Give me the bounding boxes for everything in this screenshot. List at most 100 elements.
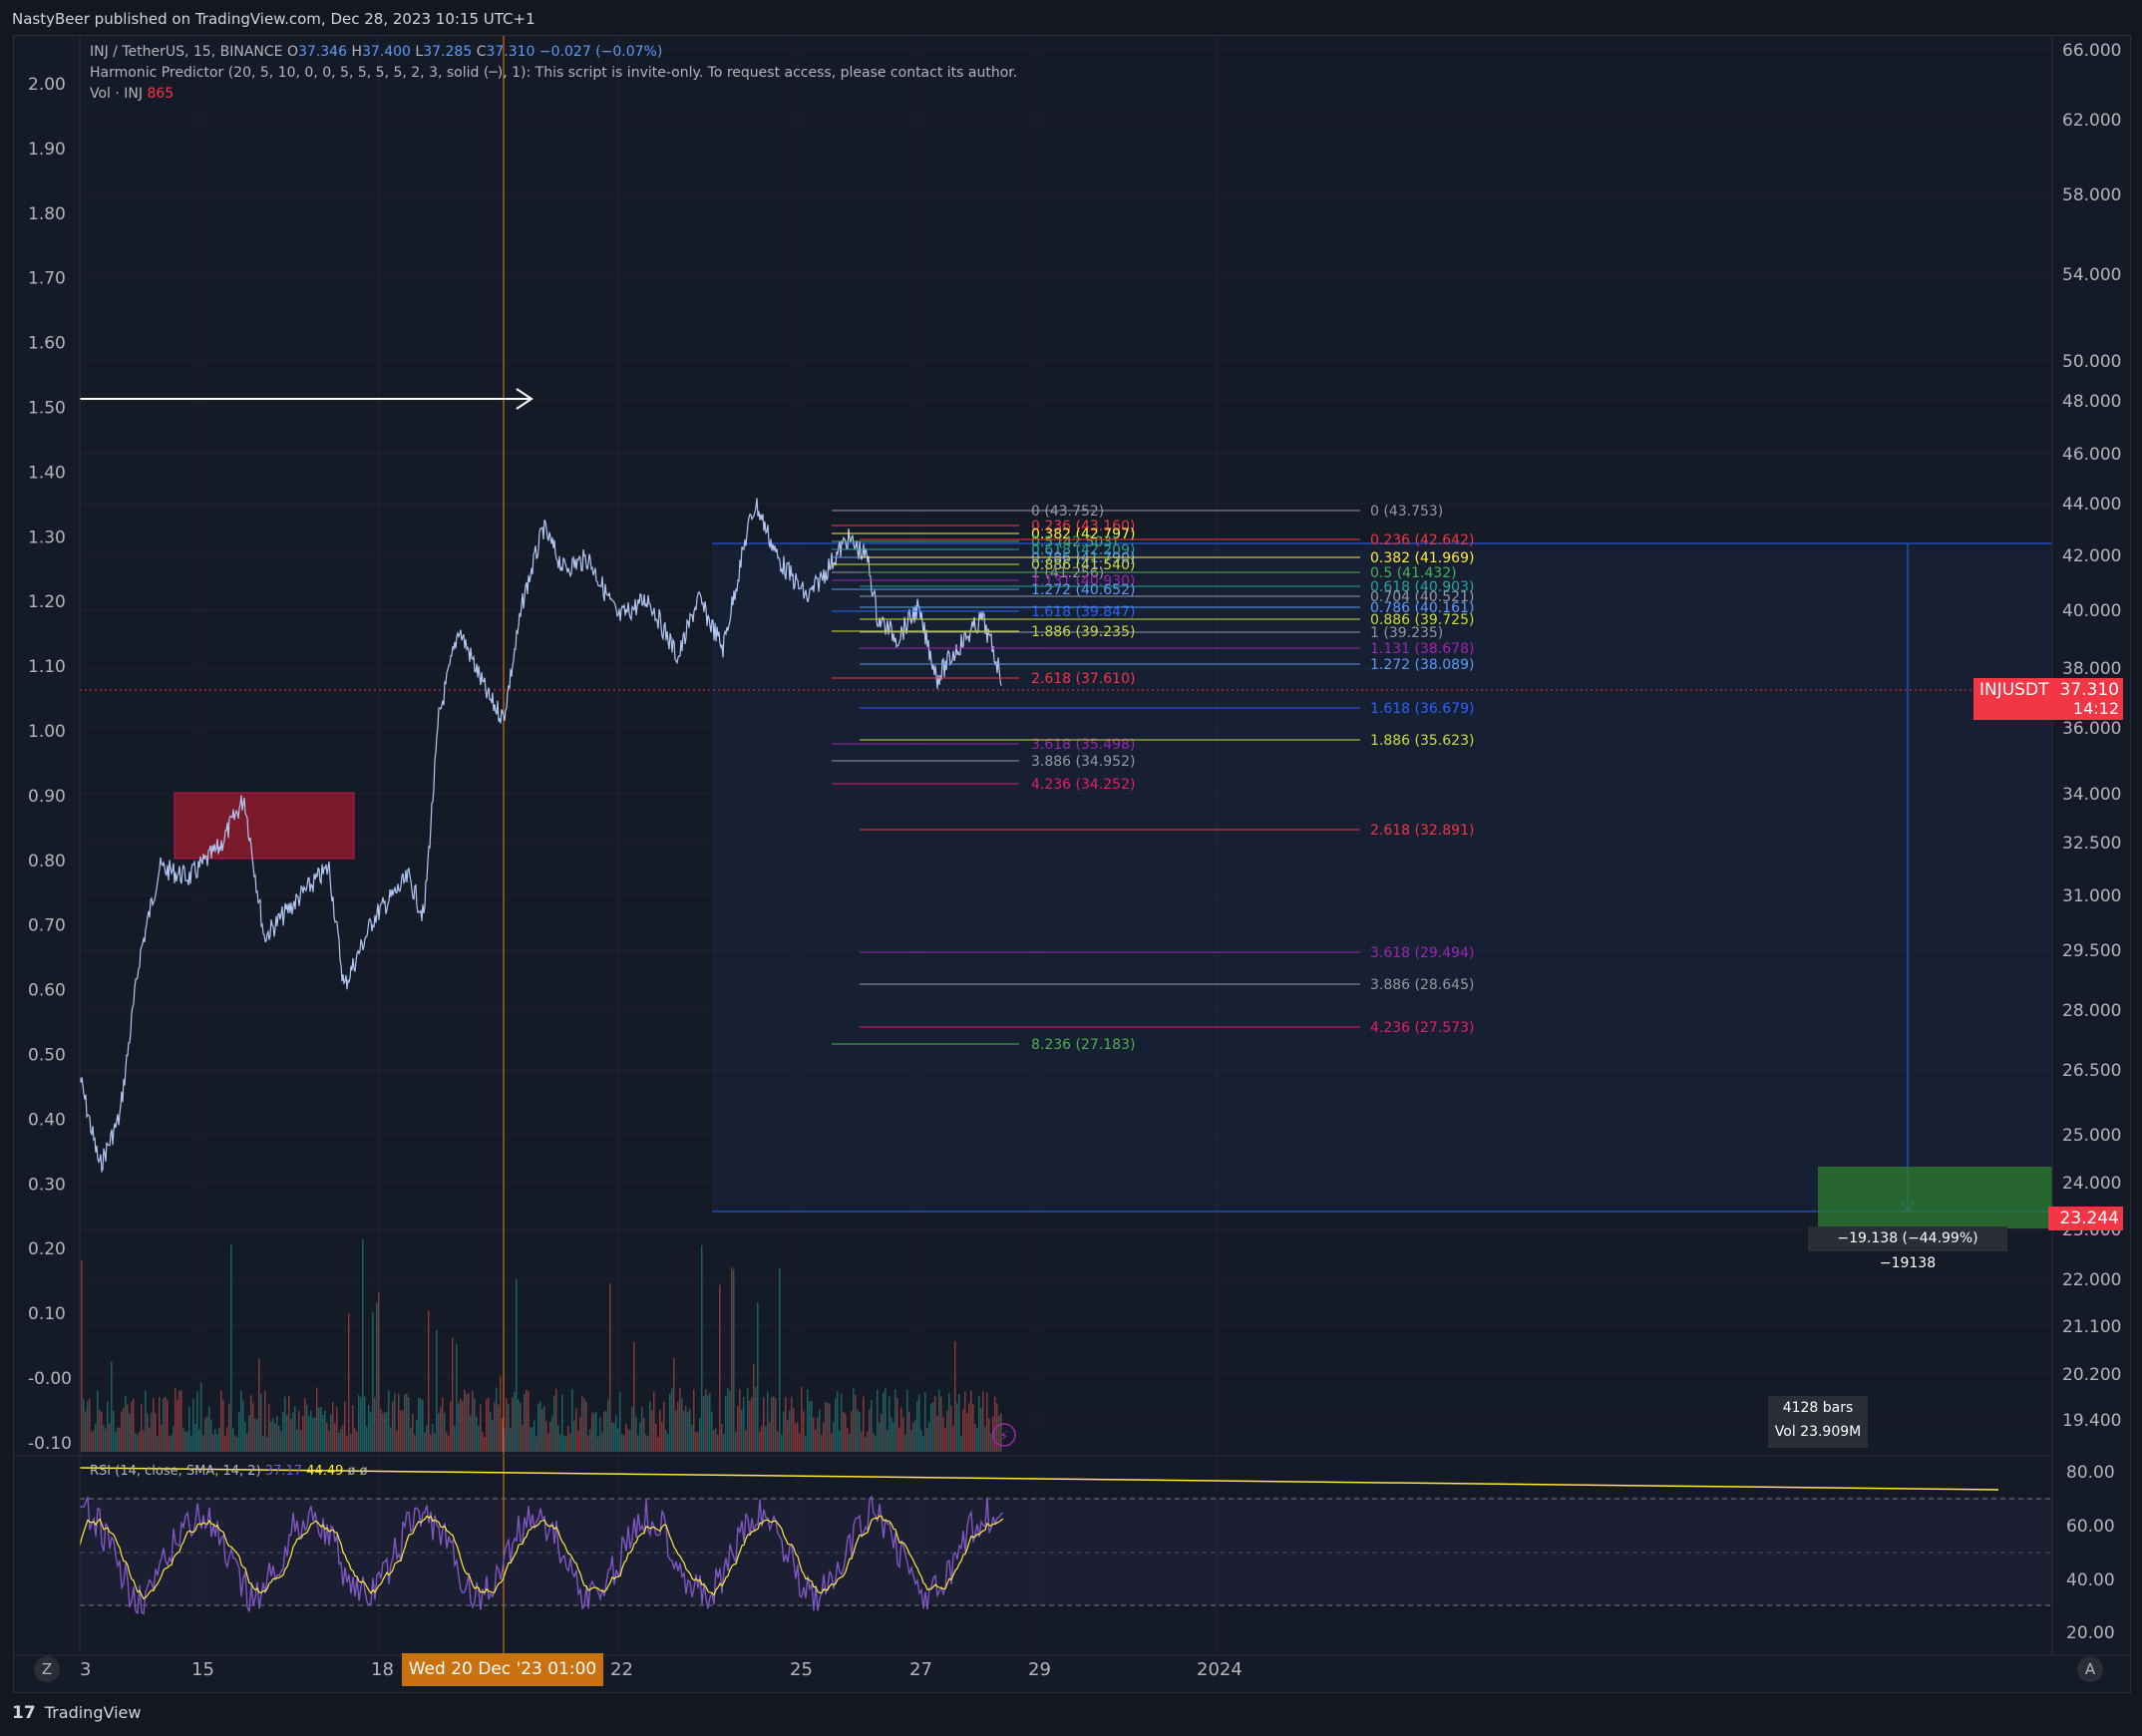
volume-bar [378,1292,380,1452]
volume-bar [936,1415,938,1452]
left-axis-label: 1.10 [28,657,66,677]
volume-bar [926,1427,928,1452]
volume-bar [442,1397,444,1452]
volume-bar [308,1416,310,1452]
volume-bar [699,1418,701,1452]
time-label: 25 [790,1659,813,1680]
volume-bar [677,1401,679,1452]
volume-bar [825,1402,827,1452]
volume-bar [891,1417,892,1452]
volume-bar [877,1389,879,1452]
volume-bar [214,1429,216,1452]
rsi-legend[interactable]: RSI (14, close, SMA, 14, 2) 37.17 44.49 … [90,1464,368,1479]
volume-bar [725,1395,727,1452]
volume-bar [512,1397,514,1452]
volume-bar [603,1411,605,1452]
volume-bar [577,1430,579,1452]
volume-bar [171,1435,173,1452]
volume-bar [200,1382,202,1452]
volume-bar [147,1413,149,1452]
volume-bar [151,1412,153,1452]
volume-bar [458,1403,460,1452]
symbol-legend[interactable]: INJ / TetherUS, 15, BINANCE O37.346 H37.… [90,44,662,60]
fib-right-label: 0 (43.753) [1370,504,1443,520]
volume-bar [428,1309,430,1452]
right-axis-label: 38.000 [2062,659,2121,679]
fib-left-label: 4.236 (34.252) [1031,777,1135,793]
volume-bar [569,1433,571,1452]
volume-bar [621,1434,623,1452]
volume-bar [494,1402,496,1452]
volume-bar [190,1435,192,1452]
high-label: H [351,44,362,60]
volume-bar [747,1388,749,1452]
volume-bar [81,1259,83,1452]
volume-bar [406,1393,408,1452]
volume-bar [821,1434,823,1452]
volume-bar [324,1410,326,1452]
volume-bar [950,1405,952,1452]
volume-bar [244,1421,246,1452]
volume-bar [898,1427,900,1452]
left-axis-label: 0.30 [28,1175,66,1195]
volume-bar [252,1403,254,1452]
volume-bar [153,1398,155,1452]
volume-bar [809,1401,811,1452]
volume-bar [382,1412,384,1452]
volume-bar [97,1390,99,1452]
volume-bar [805,1435,807,1452]
volume-bar [918,1394,920,1452]
left-axis-label: 1.80 [28,204,66,224]
volume-bar [137,1434,139,1452]
zoom-button[interactable]: Z [34,1656,60,1682]
right-axis-label: 34.000 [2062,785,2121,805]
volume-bar [962,1408,964,1452]
volume-bar [615,1415,617,1452]
volume-bar [274,1423,276,1452]
auto-scale-button[interactable]: A [2077,1656,2103,1682]
volume-bar [446,1432,448,1452]
volume-bar [701,1244,703,1452]
volume-bar [450,1401,452,1452]
volume-bar [316,1387,318,1452]
volume-bar [462,1401,464,1452]
volume-bar [472,1390,474,1452]
indicator-legend[interactable]: Harmonic Predictor (20, 5, 10, 0, 0, 5, … [90,65,1017,81]
right-axis-label: 20.200 [2062,1365,2121,1385]
volume-bar [468,1392,470,1452]
volume-bar [520,1402,522,1452]
footer[interactable]: 17 TradingView [12,1703,141,1723]
volume-bar [500,1376,502,1452]
volume-bar [155,1413,157,1452]
fib-right-label: 1.131 (38.678) [1370,641,1474,657]
volume-bar [633,1341,635,1452]
volume-bar [966,1413,968,1452]
volume-bar [944,1428,946,1452]
left-axis-label: 0.90 [28,787,66,807]
volume-bar [675,1410,677,1452]
volume-label: Vol · INJ [90,86,144,102]
volume-bar [807,1389,809,1452]
volume-bar [232,1428,234,1452]
volume-bar [773,1396,775,1452]
volume-bar [960,1436,962,1452]
volume-bar [749,1401,751,1452]
volume-bar [326,1422,328,1452]
volume-bar [711,1411,713,1452]
volume-bar [482,1431,484,1452]
volume-bar [791,1396,793,1452]
volume-bar [765,1426,767,1452]
volume-bar [504,1428,506,1452]
volume-bar [567,1425,569,1452]
rsi-value: 37.17 [264,1464,303,1479]
volume-bar [695,1432,697,1452]
volume-bar [196,1391,198,1452]
volume-bar [89,1398,91,1452]
volume-bar [276,1416,278,1452]
volume-bar [833,1422,835,1452]
volume-bar [342,1425,344,1452]
volume-bar [896,1397,898,1452]
volume-bar [163,1398,165,1452]
rsi-label: RSI (14, close, SMA, 14, 2) [90,1464,261,1479]
volume-legend[interactable]: Vol · INJ 865 [90,86,174,102]
